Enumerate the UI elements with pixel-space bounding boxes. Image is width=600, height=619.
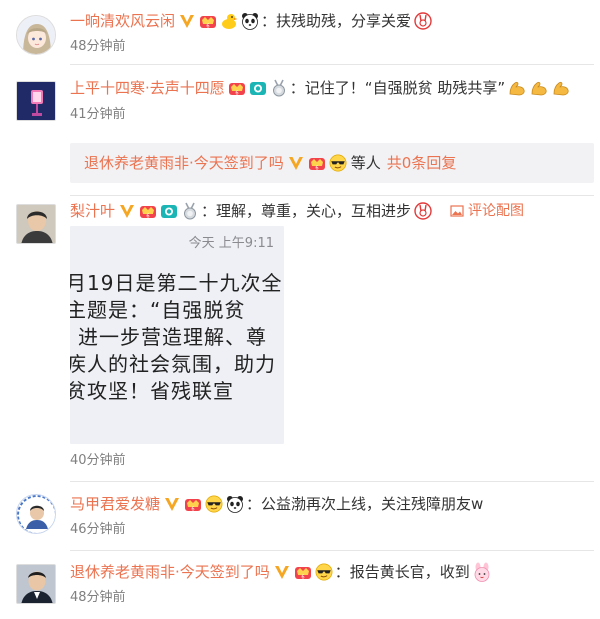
comment-4: 马甲君爱发糖 ： 公益渤再次上线，关注残障朋友w 46分钟前 xyxy=(0,482,600,552)
verified-v-icon[interactable] xyxy=(178,12,196,30)
username[interactable]: 马甲君爱发糖 xyxy=(70,493,160,515)
avatar[interactable] xyxy=(16,494,56,534)
image-text-line: 贫攻坚！省残联宣 xyxy=(70,379,234,403)
avatar[interactable] xyxy=(16,15,56,55)
comment-text: 公益渤再次上线，关注残障朋友w xyxy=(261,495,484,513)
person-avatar-icon xyxy=(17,205,55,243)
vip-crown-icon[interactable] xyxy=(308,154,326,172)
divider xyxy=(70,64,594,65)
lamp-avatar-icon xyxy=(17,82,55,120)
medal-icon[interactable] xyxy=(270,79,288,97)
muscle-emoji xyxy=(507,78,527,98)
picture-link-label: 评论配图 xyxy=(468,203,525,219)
vip-crown-icon[interactable] xyxy=(139,202,157,220)
colon-separator: ： xyxy=(246,495,262,513)
cool-face-emoji xyxy=(315,563,333,581)
username[interactable]: 上平十四寒·去声十四愿 xyxy=(70,77,225,99)
image-text-line: 主题是：“自强脱贫 xyxy=(70,298,246,322)
image-header-time: 今天 上午9:11 xyxy=(188,236,274,251)
vip-crown-icon[interactable] xyxy=(228,79,246,97)
muscle-emoji xyxy=(529,78,549,98)
comment-text: 理解，尊重，关心，互相进步 xyxy=(216,202,412,220)
comment-text: 记住了！“自强脱贫 助残共享” xyxy=(304,79,506,97)
bunny-face-emoji xyxy=(472,562,492,582)
reply-username[interactable]: 退休养老黄雨非·今天签到了吗 xyxy=(84,152,284,174)
colon-separator: ： xyxy=(261,12,277,30)
reply-etc: 等人 xyxy=(350,154,381,172)
view-comment-picture-link[interactable]: 评论配图 xyxy=(450,200,524,222)
vip-crown-icon[interactable] xyxy=(199,12,217,30)
panda-icon[interactable] xyxy=(241,12,259,30)
muscle-emoji xyxy=(551,78,571,98)
duck-icon[interactable] xyxy=(220,12,238,30)
verified-v-icon[interactable] xyxy=(118,202,136,220)
colon-separator: ： xyxy=(289,79,305,97)
comment-text: 扶残助残，分享关爱 xyxy=(276,12,412,30)
timestamp: 40分钟前 xyxy=(70,453,126,468)
comment-1: 一晌清欢风云闲 ： 扶残助残，分享关爱 48分钟前 xyxy=(0,0,600,66)
comment-5: 退休养老黄雨非·今天签到了吗 ： 报告黄长官，收到 48分钟前 xyxy=(0,551,600,619)
avatar[interactable] xyxy=(16,564,56,604)
timestamp: 41分钟前 xyxy=(70,107,126,122)
comment-image-thumbnail[interactable]: 今天 上午9:11 月19日是第二十九次全 主题是：“自强脱贫进一步营造理解、尊疾… xyxy=(70,226,284,444)
timestamp: 48分钟前 xyxy=(70,590,126,605)
username[interactable]: 一晌清欢风云闲 xyxy=(70,10,175,32)
vip-crown-icon[interactable] xyxy=(294,563,312,581)
rabbit-icon xyxy=(414,12,432,30)
timestamp: 48分钟前 xyxy=(70,39,126,54)
camera-badge-icon[interactable] xyxy=(249,79,267,97)
person-avatar-icon xyxy=(17,565,55,603)
camera-badge-icon[interactable] xyxy=(160,202,178,220)
verified-v-icon[interactable] xyxy=(163,495,181,513)
avatar[interactable] xyxy=(16,204,56,244)
image-message-text: 月19日是第二十九次全 主题是：“自强脱贫进一步营造理解、尊 疾人的社会氛围，助力贫… xyxy=(70,270,284,405)
reply-preview[interactable]: 退休养老黄雨非·今天签到了吗 等人 共0条回复 xyxy=(70,143,594,183)
colon-separator: ： xyxy=(201,202,217,220)
image-text-line: 进一步营造理解、尊 xyxy=(78,325,267,349)
anime-girl-avatar-icon xyxy=(17,16,55,54)
avatar[interactable] xyxy=(16,81,56,121)
stamp-avatar-icon xyxy=(17,495,55,533)
image-text-line: 月19日是第二十九次全 xyxy=(70,271,283,295)
comment-text: 报告黄长官，收到 xyxy=(349,563,470,581)
image-text-line: 疾人的社会氛围，助力 xyxy=(70,352,276,376)
medal-icon[interactable] xyxy=(181,202,199,220)
username[interactable]: 梨汁叶 xyxy=(70,200,115,222)
verified-v-icon[interactable] xyxy=(287,154,305,172)
timestamp: 46分钟前 xyxy=(70,522,126,537)
reply-count-link[interactable]: 共0条回复 xyxy=(387,152,457,174)
colon-separator: ： xyxy=(334,563,350,581)
cool-face-emoji xyxy=(329,154,347,172)
cool-face-emoji xyxy=(205,495,223,513)
vip-crown-icon[interactable] xyxy=(184,495,202,513)
username[interactable]: 退休养老黄雨非·今天签到了吗 xyxy=(70,561,270,583)
picture-icon xyxy=(450,205,464,217)
verified-v-icon[interactable] xyxy=(273,563,291,581)
rabbit-icon xyxy=(414,202,432,220)
panda-icon[interactable] xyxy=(226,495,244,513)
